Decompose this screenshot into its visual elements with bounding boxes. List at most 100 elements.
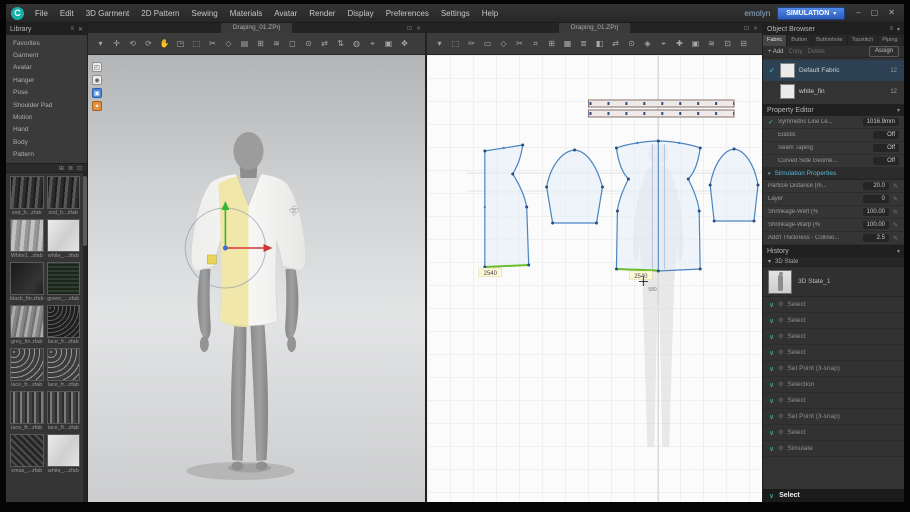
- fabric-thumbnail[interactable]: [47, 262, 81, 295]
- toolbar-icon[interactable]: ✏: [464, 36, 479, 51]
- fabric-thumbnail[interactable]: [47, 305, 81, 338]
- tab-piping[interactable]: Piping: [878, 35, 902, 46]
- fabric-swatch[interactable]: white_...zfab: [47, 219, 81, 259]
- window-control-icon[interactable]: ✕: [884, 6, 899, 20]
- menu-item[interactable]: 3D Garment: [80, 4, 136, 23]
- edit-pencil-icon[interactable]: ✎: [892, 183, 899, 190]
- toolbar-icon[interactable]: ✥: [397, 36, 412, 51]
- property-value[interactable]: 20.0: [863, 182, 889, 190]
- toolbar-icon[interactable]: ⟲: [125, 36, 140, 51]
- viewport-toggle-icon[interactable]: ◰: [92, 62, 102, 72]
- toolbar-icon[interactable]: ⌗: [528, 36, 543, 51]
- toolbar-icon[interactable]: ✛: [109, 36, 124, 51]
- toolbar-icon[interactable]: ◳: [173, 36, 188, 51]
- toolbar-icon[interactable]: ⬚: [189, 36, 204, 51]
- fabric-swatch[interactable]: lace_ft...zfab: [47, 391, 81, 431]
- user-account[interactable]: emolyn: [744, 9, 770, 18]
- property-value[interactable]: 100.00: [863, 221, 889, 229]
- fabric-swatch[interactable]: black_fin.zfab: [10, 262, 44, 302]
- history-row[interactable]: ∨ ⚙ Select: [763, 425, 904, 441]
- toolbar-icon[interactable]: ◧: [592, 36, 607, 51]
- chevron-expand-icon[interactable]: ∨: [769, 445, 774, 453]
- toolbar-icon[interactable]: ◍: [349, 36, 364, 51]
- library-item[interactable]: Pattern: [6, 149, 87, 161]
- fabric-thumbnail[interactable]: [10, 434, 44, 467]
- chevron-expand-icon[interactable]: ∨: [769, 349, 774, 357]
- viewport-toggle-icon[interactable]: ◉: [92, 75, 102, 85]
- toolbar-icon[interactable]: ◇: [496, 36, 511, 51]
- edit-pencil-icon[interactable]: ✎: [892, 222, 899, 229]
- fabric-swatch[interactable]: lace_fr...zfab: [10, 348, 44, 388]
- toolbar-icon[interactable]: ▾: [432, 36, 447, 51]
- toolbar-icon[interactable]: ✚: [672, 36, 687, 51]
- property-row[interactable]: Particle Distance (m... 20.0 ✎: [763, 180, 904, 193]
- toolbar-icon[interactable]: ≋: [704, 36, 719, 51]
- library-item[interactable]: Garment: [6, 49, 87, 61]
- gizmo-center[interactable]: [223, 246, 228, 251]
- property-row[interactable]: Curved Side Geome... Off: [763, 155, 904, 168]
- toolbar-icon[interactable]: ⊙: [624, 36, 639, 51]
- property-row[interactable]: Elastic Off: [763, 129, 904, 142]
- fabric-object-thumbnail[interactable]: [780, 63, 795, 78]
- history-row[interactable]: ∨ ⚙ Select: [763, 297, 904, 313]
- history-row[interactable]: ∨ ⚙ Select: [763, 313, 904, 329]
- property-value[interactable]: 0: [863, 195, 889, 203]
- toolbar-icon[interactable]: ▾: [93, 36, 108, 51]
- close-icon[interactable]: ✕: [416, 25, 421, 32]
- fabric-swatch[interactable]: green_...zfab: [47, 262, 81, 302]
- copy-fabric-button[interactable]: Copy: [789, 49, 803, 55]
- property-row[interactable]: Shrinkage-Warp (% 100.00 ✎: [763, 219, 904, 232]
- fabric-swatch[interactable]: xxd_h...zfab: [47, 176, 81, 216]
- edit-pencil-icon[interactable]: ✎: [892, 209, 899, 216]
- tab-fabric[interactable]: Fabric: [763, 35, 787, 46]
- menu-item[interactable]: Settings: [435, 4, 476, 23]
- library-item[interactable]: Avatar: [6, 62, 87, 74]
- menu-icon[interactable]: ≡: [70, 26, 74, 33]
- toolbar-icon[interactable]: ⇅: [333, 36, 348, 51]
- scrollbar[interactable]: [83, 173, 87, 502]
- property-value[interactable]: Off: [873, 157, 899, 165]
- property-value[interactable]: 2.5: [863, 234, 889, 242]
- library-item[interactable]: Hand: [6, 124, 87, 136]
- viewport-2d-tab[interactable]: Draping_01.ZPrj: [559, 23, 630, 33]
- viewport-3d-tab[interactable]: Draping_01.ZPrj: [221, 23, 292, 33]
- toolbar-icon[interactable]: ◇: [221, 36, 236, 51]
- fabric-object-row[interactable]: ✓ Default Fabric 12: [763, 60, 904, 81]
- collapse-icon[interactable]: ⊡: [77, 165, 82, 172]
- edit-pencil-icon[interactable]: ✎: [892, 235, 899, 242]
- property-row[interactable]: ✓ Symmetric Line Le... 1016.9mm: [763, 116, 904, 129]
- menu-item[interactable]: Sewing: [186, 4, 224, 23]
- simulation-button[interactable]: SIMULATION ▾: [777, 7, 845, 20]
- property-value[interactable]: Off: [873, 131, 899, 139]
- toolbar-icon[interactable]: ◻: [285, 36, 300, 51]
- tab-button[interactable]: Button: [787, 35, 812, 46]
- history-row[interactable]: ∨ ⚙ Set Point (3-snap): [763, 409, 904, 425]
- toolbar-icon[interactable]: ✂: [205, 36, 220, 51]
- window-control-icon[interactable]: ▢: [867, 6, 883, 20]
- history-3d-state-section[interactable]: ▾ 3D State: [763, 257, 904, 267]
- chevron-expand-icon[interactable]: ∨: [769, 397, 774, 405]
- fabric-thumbnail[interactable]: [47, 176, 81, 209]
- menu-icon[interactable]: ≡: [889, 26, 893, 33]
- toolbar-icon[interactable]: ▤: [237, 36, 252, 51]
- fabric-swatch[interactable]: lace_fr...zfab: [47, 348, 81, 388]
- fabric-thumbnail[interactable]: [47, 434, 81, 467]
- toolbar-icon[interactable]: ⌖: [365, 36, 380, 51]
- chevron-expand-icon[interactable]: ∨: [769, 429, 774, 437]
- toolbar-icon[interactable]: ⌖: [656, 36, 671, 51]
- library-item[interactable]: Favorites: [6, 37, 87, 49]
- toolbar-icon[interactable]: ⇄: [608, 36, 623, 51]
- toolbar-icon[interactable]: ⊙: [301, 36, 316, 51]
- pattern-board[interactable]: 2540 2540 580: [427, 55, 762, 502]
- detach-icon[interactable]: ⊡: [744, 25, 749, 32]
- fabric-object-row[interactable]: white_fin 12: [763, 81, 904, 102]
- menu-item[interactable]: 2D Pattern: [135, 4, 185, 23]
- menu-item[interactable]: Help: [476, 4, 504, 23]
- history-row[interactable]: ∨ ⚙ Select: [763, 329, 904, 345]
- fabric-thumbnail[interactable]: [10, 391, 44, 424]
- property-value[interactable]: 100.00: [863, 208, 889, 216]
- toolbar-icon[interactable]: ⊟: [736, 36, 751, 51]
- history-current-row[interactable]: ∨ Select: [763, 489, 904, 502]
- chevron-expand-icon[interactable]: ∨: [769, 301, 774, 309]
- fabric-thumbnail[interactable]: [10, 305, 44, 338]
